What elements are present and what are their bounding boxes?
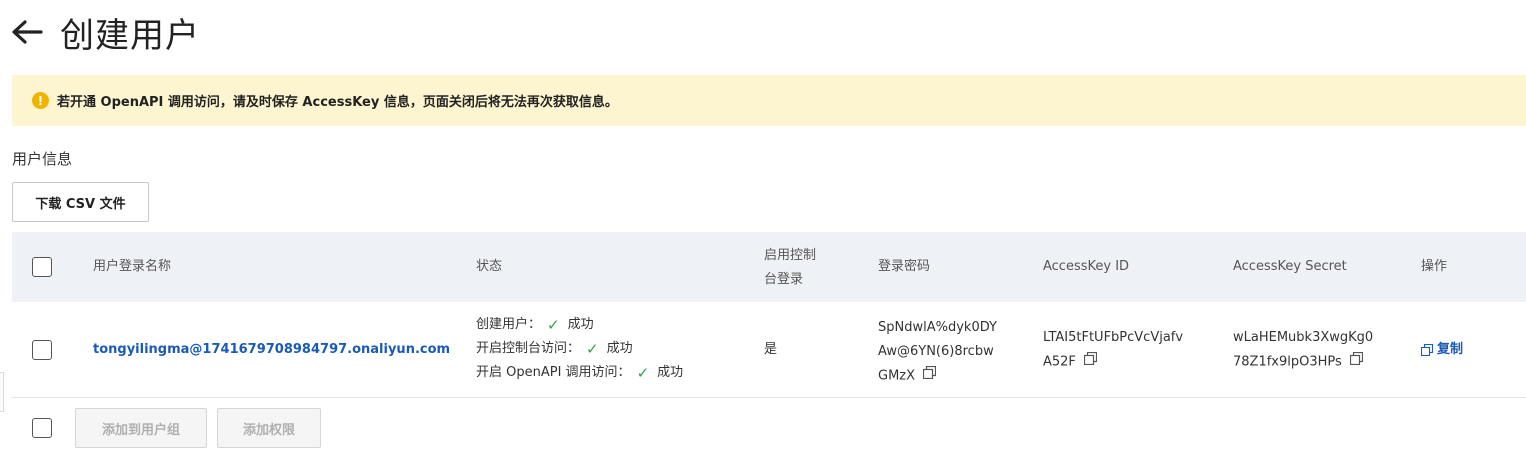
warning-alert: ! 若开通 OpenAPI 调用访问，请及时保存 AccessKey 信息，页面… [12, 75, 1526, 126]
copy-row-label: 复制 [1437, 342, 1464, 357]
access-key-secret-cell: wLaHEMubk3XwgKg0 78Z1fx9lpO3HPs [1233, 326, 1403, 375]
status-list: 创建用户： ✓ 成功 开启控制台访问： ✓ 成功 开启 OpenAPI 调用访问… [476, 313, 683, 385]
column-header-console-login: 启用控制 台登录 [764, 248, 817, 287]
status-result: 成功 [657, 365, 684, 380]
status-label: 创建用户： [476, 317, 542, 332]
column-header-access-key-secret: AccessKey Secret [1233, 259, 1347, 274]
add-permission-button[interactable]: 添加权限 [217, 408, 321, 448]
copy-icon [1421, 344, 1433, 356]
batch-actions-bar: 添加到用户组 添加权限 [12, 398, 1526, 466]
row-checkbox[interactable] [32, 340, 52, 360]
password-value: SpNdwlA%dyk0DY Aw@6YN(6)8rcbw GMzX [878, 320, 997, 384]
back-arrow-icon[interactable] [10, 15, 44, 49]
column-header-access-key-id: AccessKey ID [1043, 259, 1130, 274]
console-login-value: 是 [764, 342, 778, 357]
footer-select-all-checkbox[interactable] [32, 418, 52, 438]
check-icon: ✓ [547, 316, 560, 334]
warning-icon: ! [32, 92, 49, 109]
status-label: 开启 OpenAPI 调用访问： [476, 365, 631, 380]
select-all-checkbox[interactable] [32, 257, 52, 277]
table-row: tongyilingma@1741679708984797.onaliyun.c… [12, 302, 1526, 398]
copy-access-key-id-icon[interactable] [1083, 350, 1098, 374]
status-line-openapi-access: 开启 OpenAPI 调用访问： ✓ 成功 [476, 361, 683, 385]
check-icon: ✓ [586, 340, 599, 358]
status-result: 成功 [606, 341, 633, 356]
copy-row-button[interactable]: 复制 [1421, 338, 1463, 362]
add-to-group-button[interactable]: 添加到用户组 [75, 408, 207, 448]
section-title: 用户信息 [12, 150, 73, 168]
access-key-id-cell: LTAI5tFtUFbPcVcVjafv A52F [1043, 326, 1213, 375]
status-label: 开启控制台访问： [476, 341, 581, 356]
user-login-name-link[interactable]: tongyilingma@1741679708984797.onaliyun.c… [93, 338, 450, 362]
column-header-status: 状态 [476, 259, 503, 274]
column-header-login-name: 用户登录名称 [93, 259, 172, 274]
status-result: 成功 [567, 317, 594, 332]
page-title: 创建用户 [60, 15, 200, 56]
copy-password-icon[interactable] [922, 364, 937, 388]
check-icon: ✓ [636, 364, 650, 382]
warning-alert-text: 若开通 OpenAPI 调用访问，请及时保存 AccessKey 信息，页面关闭… [57, 95, 618, 110]
page-header: 创建用户 [10, 8, 200, 56]
copy-access-key-secret-icon[interactable] [1349, 350, 1363, 374]
column-header-actions: 操作 [1421, 259, 1448, 274]
access-key-id-value: LTAI5tFtUFbPcVcVjafv A52F [1043, 330, 1184, 370]
status-line-create-user: 创建用户： ✓ 成功 [476, 313, 683, 337]
table-header: 用户登录名称 状态 启用控制 台登录 登录密码 AccessKey ID Acc… [12, 232, 1526, 302]
download-csv-button[interactable]: 下载 CSV 文件 [12, 182, 149, 222]
status-line-console-access: 开启控制台访问： ✓ 成功 [476, 337, 683, 361]
password-cell: SpNdwlA%dyk0DY Aw@6YN(6)8rcbw GMzX [878, 316, 1028, 389]
side-drawer-tab[interactable] [0, 372, 4, 412]
column-header-password: 登录密码 [878, 259, 931, 274]
user-table: 用户登录名称 状态 启用控制 台登录 登录密码 AccessKey ID Acc… [12, 232, 1526, 398]
